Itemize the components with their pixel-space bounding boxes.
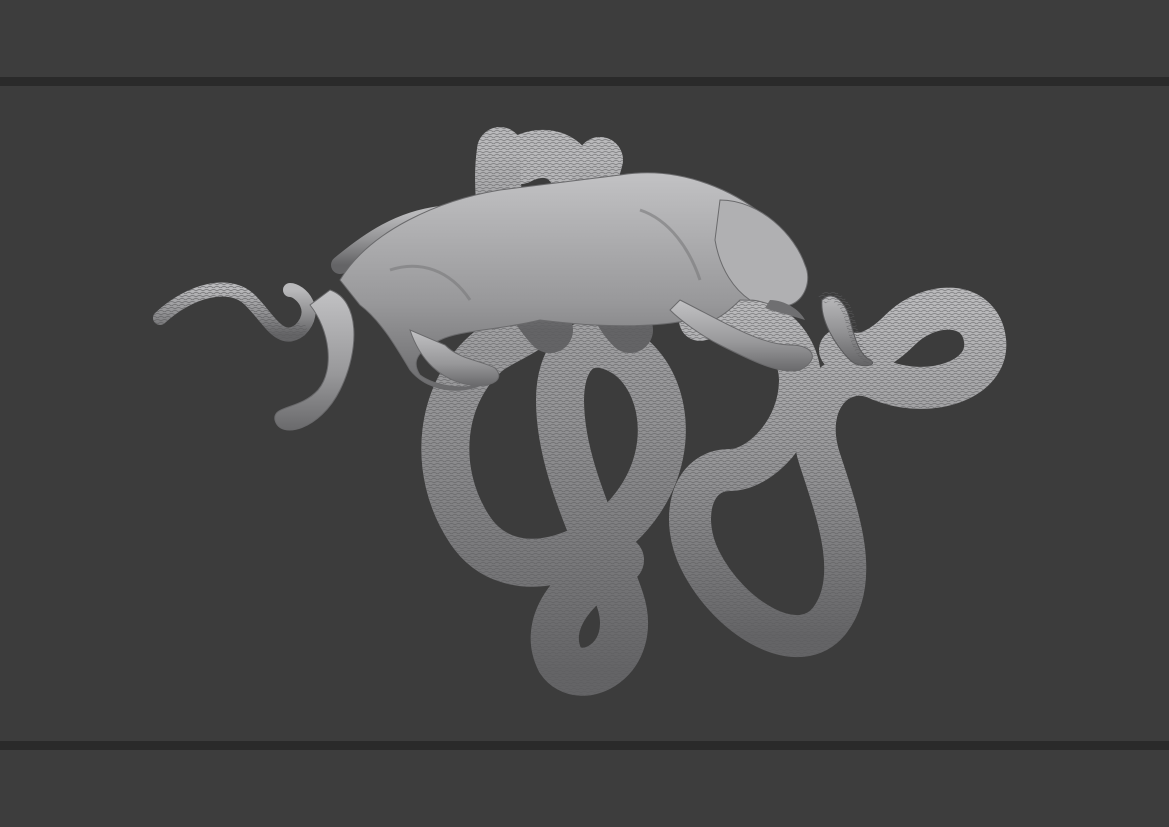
- render-canvas: [0, 0, 1169, 827]
- panther-snake-sculpt: [153, 127, 1007, 696]
